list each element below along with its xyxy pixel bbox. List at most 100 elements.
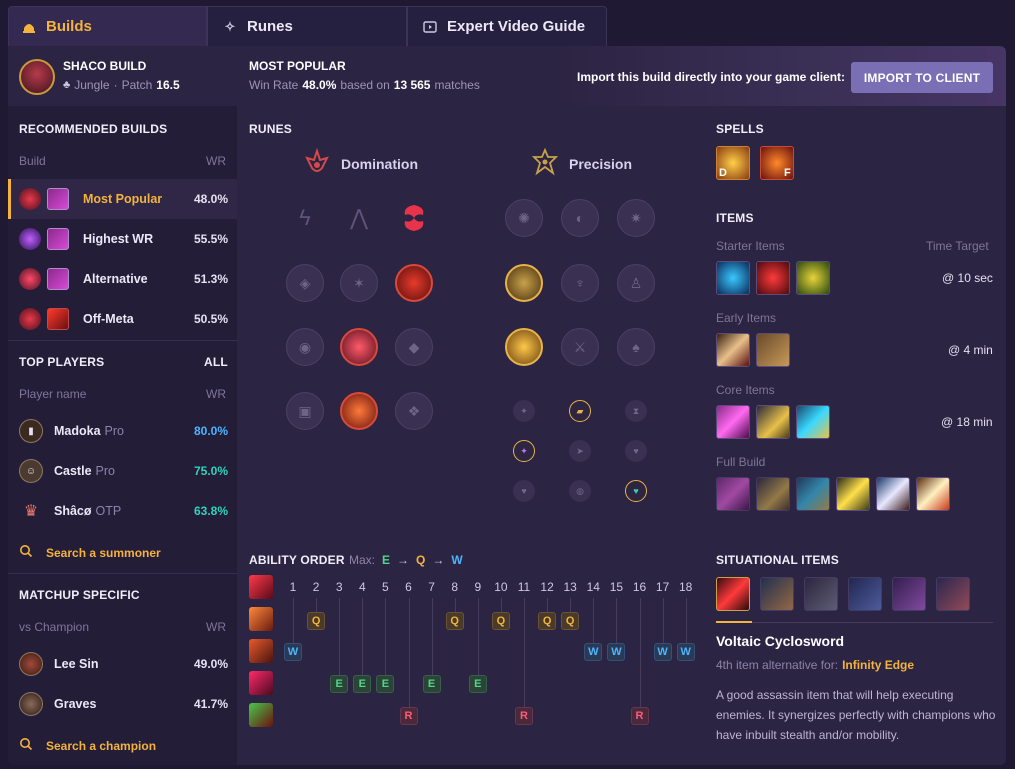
situational-selected-underline bbox=[716, 621, 752, 623]
starter-items-label: Starter Items bbox=[716, 239, 785, 253]
player-tag: OTP bbox=[95, 504, 122, 518]
tab-builds[interactable]: Builds bbox=[8, 6, 207, 46]
rune-sixth-sense[interactable] bbox=[340, 328, 378, 366]
level-number: 14 bbox=[586, 580, 600, 594]
skill-point-r: R bbox=[515, 707, 533, 725]
shard-health-scaling[interactable]: ♥ bbox=[625, 440, 647, 462]
rune-relentless-hunter[interactable] bbox=[340, 392, 378, 430]
full-item-2[interactable] bbox=[756, 477, 790, 511]
items-title: ITEMS bbox=[716, 211, 754, 225]
build-row-most-popular[interactable]: Most Popular 48.0% bbox=[8, 179, 237, 219]
player-row[interactable]: ♛ Shâcø OTP 63.8% bbox=[8, 491, 237, 531]
core-item-3[interactable] bbox=[796, 405, 830, 439]
rune-triumph[interactable]: ✺ bbox=[505, 199, 543, 237]
shard-move-speed[interactable]: ➤ bbox=[569, 440, 591, 462]
core-item-2[interactable] bbox=[756, 405, 790, 439]
alt-item: Infinity Edge bbox=[842, 658, 915, 672]
starter-item-1[interactable] bbox=[716, 261, 750, 295]
tab-runes[interactable]: ✧ Runes bbox=[207, 6, 407, 46]
rune-zombie-ward[interactable]: ◉ bbox=[286, 328, 324, 366]
early-items-label: Early Items bbox=[716, 311, 777, 325]
full-item-1[interactable] bbox=[716, 477, 750, 511]
shard-ability-haste[interactable]: ⧗ bbox=[625, 400, 647, 422]
rune-cheap-shot[interactable]: ◈ bbox=[286, 264, 324, 302]
skill-point-e: E bbox=[468, 675, 487, 693]
situational-item-1[interactable] bbox=[716, 577, 750, 611]
rune-presence-of-mind[interactable]: ◐ bbox=[561, 199, 599, 237]
level-number: 16 bbox=[632, 580, 647, 594]
situational-item-4[interactable] bbox=[848, 577, 882, 611]
rune-legend-haste[interactable]: ♆ bbox=[561, 264, 599, 302]
max-third: W bbox=[451, 553, 463, 567]
rune-legend-bloodline[interactable]: ♙ bbox=[617, 264, 655, 302]
role-separator: · bbox=[113, 78, 118, 92]
full-build-label: Full Build bbox=[716, 455, 766, 469]
level-line bbox=[616, 598, 618, 643]
role-line: ♣ Jungle · Patch 16.5 bbox=[63, 78, 180, 92]
build-row-alternative[interactable]: Alternative 51.3% bbox=[8, 259, 237, 299]
skill-point-q: Q bbox=[445, 612, 464, 630]
import-to-client-button[interactable]: IMPORT TO CLIENT bbox=[851, 62, 993, 93]
keystone-dark-harvest[interactable]: ⋀ bbox=[340, 199, 378, 237]
matches-suffix: matches bbox=[434, 78, 480, 92]
max-second: Q bbox=[416, 553, 426, 567]
player-tag: Pro bbox=[104, 424, 124, 438]
wr-column-header: WR bbox=[206, 154, 226, 168]
build-row-label: Alternative bbox=[83, 272, 148, 286]
starter-item-3[interactable] bbox=[796, 261, 830, 295]
shard-health[interactable]: ♥ bbox=[513, 480, 535, 502]
arrow-icon: → bbox=[432, 553, 445, 567]
rune-taste-of-blood[interactable]: ✶ bbox=[340, 264, 378, 302]
video-icon bbox=[422, 19, 438, 35]
rune-last-stand[interactable]: ♠ bbox=[617, 328, 655, 366]
situational-item-2[interactable] bbox=[760, 577, 794, 611]
player-tag: Pro bbox=[95, 464, 115, 478]
search-champion-link[interactable]: Search a champion bbox=[19, 737, 156, 754]
keystone-hail-of-blades[interactable] bbox=[395, 199, 433, 237]
precision-icon bbox=[531, 147, 559, 179]
situational-item-5[interactable] bbox=[892, 577, 926, 611]
rune-sudden-impact[interactable] bbox=[395, 264, 433, 302]
player-row[interactable]: ▮ Madoka Pro 80.0% bbox=[8, 411, 237, 451]
based-on: based on bbox=[340, 78, 390, 92]
player-wr: 80.0% bbox=[193, 424, 228, 438]
shard-health-scaling-2[interactable]: ♥ bbox=[625, 480, 647, 502]
rune-treasure-hunter[interactable]: ▣ bbox=[286, 392, 324, 430]
level-line bbox=[293, 598, 294, 643]
starter-item-2[interactable] bbox=[756, 261, 790, 295]
level-number: 8 bbox=[451, 580, 459, 594]
full-item-6[interactable] bbox=[916, 477, 950, 511]
rune-ultimate-hunter[interactable]: ❖ bbox=[395, 392, 433, 430]
situational-description: A good assassin item that will help exec… bbox=[716, 688, 996, 742]
rune-cut-down[interactable]: ⚔ bbox=[561, 328, 599, 366]
rune-legend-alacrity[interactable] bbox=[505, 264, 543, 302]
rune-deep-ward[interactable]: ◆ bbox=[395, 328, 433, 366]
rune-legend[interactable]: ✷ bbox=[617, 199, 655, 237]
build-row-off-meta[interactable]: Off-Meta 50.5% bbox=[8, 299, 237, 339]
search-summoner-link[interactable]: Search a summoner bbox=[19, 544, 161, 561]
early-item-1[interactable] bbox=[716, 333, 750, 367]
situational-item-6[interactable] bbox=[936, 577, 970, 611]
matchup-row[interactable]: Lee Sin 49.0% bbox=[8, 644, 237, 684]
matchup-row[interactable]: Graves 41.7% bbox=[8, 684, 237, 724]
shard-tenacity[interactable]: ◍ bbox=[569, 480, 591, 502]
core-item-1[interactable] bbox=[716, 405, 750, 439]
keystone-electrocute[interactable]: ϟ bbox=[286, 199, 324, 237]
full-item-4[interactable] bbox=[836, 477, 870, 511]
early-item-2[interactable] bbox=[756, 333, 790, 367]
player-row[interactable]: ☺ Castle Pro 75.0% bbox=[8, 451, 237, 491]
build-row-highest-wr[interactable]: Highest WR 55.5% bbox=[8, 219, 237, 259]
shard-adaptive-2[interactable]: ✦ bbox=[513, 440, 535, 462]
full-item-5[interactable] bbox=[876, 477, 910, 511]
skill-point-q: Q bbox=[307, 612, 326, 630]
top-players-all-link[interactable]: ALL bbox=[204, 355, 228, 369]
shard-attack-speed[interactable]: ▰ bbox=[569, 400, 591, 422]
sparkle-icon: ✧ bbox=[224, 18, 236, 34]
level-line bbox=[477, 598, 479, 675]
situational-item-3[interactable] bbox=[804, 577, 838, 611]
level-number: 3 bbox=[335, 580, 343, 594]
full-item-3[interactable] bbox=[796, 477, 830, 511]
rune-coup-de-grace[interactable] bbox=[505, 328, 543, 366]
shard-adaptive[interactable]: ✦ bbox=[513, 400, 535, 422]
tab-expert-video-guide[interactable]: Expert Video Guide bbox=[407, 6, 607, 46]
